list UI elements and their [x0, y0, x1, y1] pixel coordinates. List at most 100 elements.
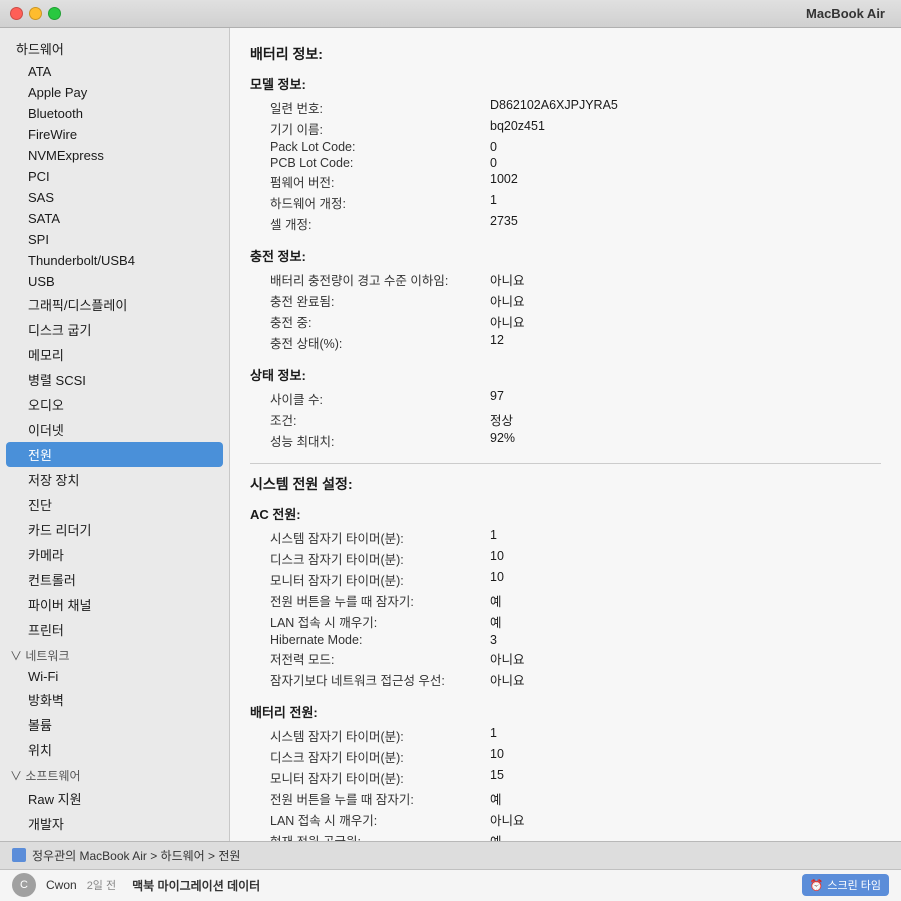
chat-user: Cwon [46, 878, 77, 892]
info-row: LAN 접속 시 깨우기:아니요 [250, 809, 881, 830]
close-button[interactable] [10, 7, 23, 20]
charge-info-title: 충전 정보: [250, 246, 881, 265]
screen-time-button[interactable]: ⏰ 스크린 타임 [802, 874, 889, 896]
info-value: 예 [490, 831, 502, 841]
sidebar-item[interactable]: FireWire [0, 124, 229, 145]
info-label: 시스템 잠자기 타이머(분): [250, 726, 490, 745]
info-label: 저전력 모드: [250, 649, 490, 668]
info-value: 10 [490, 747, 504, 766]
sidebar-item[interactable]: 카메라 [0, 542, 229, 567]
info-label: Pack Lot Code: [250, 140, 490, 154]
info-label: 시스템 잠자기 타이머(분): [250, 528, 490, 547]
sidebar-item[interactable]: SATA [0, 208, 229, 229]
maximize-button[interactable] [48, 7, 61, 20]
info-label: Hibernate Mode: [250, 633, 490, 647]
info-value: 아니요 [490, 312, 525, 331]
info-row: 전원 버튼을 누를 때 잠자기:예 [250, 788, 881, 809]
sidebar-item[interactable]: SPI [0, 229, 229, 250]
sidebar-item[interactable]: 카드 리더기 [0, 517, 229, 542]
info-row: 저전력 모드:아니요 [250, 648, 881, 669]
info-label: PCB Lot Code: [250, 156, 490, 170]
sidebar-item[interactable]: 프린터 [0, 617, 229, 642]
sidebar-item[interactable]: Raw 지원 [0, 786, 229, 811]
sidebar-item[interactable]: SAS [0, 187, 229, 208]
battery-info-title: 배터리 정보: [250, 44, 881, 64]
sidebar-item[interactable]: Bluetooth [0, 103, 229, 124]
sidebar-item[interactable]: 저장 장치 [0, 467, 229, 492]
battery-power-block: 배터리 전원: 시스템 잠자기 타이머(분):1디스크 잠자기 타이머(분):1… [250, 702, 881, 841]
info-row: Pack Lot Code:0 [250, 139, 881, 155]
info-value: 예 [490, 789, 502, 808]
info-label: 디스크 잠자기 타이머(분): [250, 747, 490, 766]
info-row: 하드웨어 개정:1 [250, 192, 881, 213]
info-row: 사이클 수:97 [250, 388, 881, 409]
sidebar-software-section: ∨ 소프트웨어Raw 지원개발자관리형 클라이언트동기화 서비스로그비활성화된 … [0, 762, 229, 841]
info-row: Hibernate Mode:3 [250, 632, 881, 648]
info-row: PCB Lot Code:0 [250, 155, 881, 171]
info-label: 셀 개정: [250, 214, 490, 233]
info-row: 조건:정상 [250, 409, 881, 430]
chat-time: 2일 전 [87, 877, 116, 893]
sidebar-item[interactable]: Wi-Fi [0, 666, 229, 687]
sidebar-item[interactable]: 하드웨어 [0, 36, 229, 61]
sidebar-item[interactable]: 컨트롤러 [0, 567, 229, 592]
sidebar-item[interactable]: 디스크 굽기 [0, 317, 229, 342]
info-label: 현재 전원 공급원: [250, 831, 490, 841]
info-label: 충전 상태(%): [250, 333, 490, 352]
info-label: 일련 번호: [250, 98, 490, 117]
sidebar-item[interactable]: 파이버 채널 [0, 592, 229, 617]
section-divider [250, 463, 881, 464]
info-row: 셀 개정:2735 [250, 213, 881, 234]
sidebar-item[interactable]: USB [0, 271, 229, 292]
sidebar-item[interactable]: 위치 [0, 737, 229, 762]
info-value: 1 [490, 193, 497, 212]
info-label: 기기 이름: [250, 119, 490, 138]
status-info-block: 상태 정보: 사이클 수:97조건:정상성능 최대치:92% [250, 365, 881, 451]
sidebar-item[interactable]: NVMExpress [0, 145, 229, 166]
info-label: LAN 접속 시 깨우기: [250, 810, 490, 829]
info-row: 시스템 잠자기 타이머(분):1 [250, 527, 881, 548]
breadcrumb-text: 정우관의 MacBook Air > 하드웨어 > 전원 [32, 847, 240, 864]
breadcrumb-bar: 정우관의 MacBook Air > 하드웨어 > 전원 [0, 842, 901, 870]
sidebar-item[interactable]: 진단 [0, 492, 229, 517]
sidebar-item[interactable]: 병렬 SCSI [0, 367, 229, 392]
info-value: 2735 [490, 214, 518, 233]
info-label: 펌웨어 버전: [250, 172, 490, 191]
info-label: 배터리 충전량이 경고 수준 이하임: [250, 270, 490, 289]
info-value: 1002 [490, 172, 518, 191]
info-row: 충전 상태(%):12 [250, 332, 881, 353]
info-label: LAN 접속 시 깨우기: [250, 612, 490, 631]
sidebar-item[interactable]: 오디오 [0, 392, 229, 417]
info-row: 모니터 잠자기 타이머(분):15 [250, 767, 881, 788]
sidebar-item[interactable]: 전원 [6, 442, 223, 467]
status-info-rows: 사이클 수:97조건:정상성능 최대치:92% [250, 388, 881, 451]
chat-preview: C Cwon 2일 전 맥북 마이그레이션 데이터 ⏰ 스크린 타임 [0, 870, 901, 901]
info-row: 일련 번호:D862102A6XJPJYRA5 [250, 97, 881, 118]
minimize-button[interactable] [29, 7, 42, 20]
sidebar-item[interactable]: 이더넷 [0, 417, 229, 442]
info-row: 충전 중:아니요 [250, 311, 881, 332]
info-label: 전원 버튼을 누를 때 잠자기: [250, 789, 490, 808]
info-label: 전원 버튼을 누를 때 잠자기: [250, 591, 490, 610]
sidebar-network-header: ∨ 네트워크 [0, 642, 229, 666]
info-row: 잠자기보다 네트워크 접근성 우선:아니요 [250, 669, 881, 690]
info-row: 전원 버튼을 누를 때 잠자기:예 [250, 590, 881, 611]
sidebar-item[interactable]: 볼륨 [0, 712, 229, 737]
sidebar-item[interactable]: Apple Pay [0, 82, 229, 103]
info-value: 3 [490, 633, 497, 647]
sidebar-item[interactable]: ATA [0, 61, 229, 82]
sidebar-item[interactable]: 메모리 [0, 342, 229, 367]
info-row: 모니터 잠자기 타이머(분):10 [250, 569, 881, 590]
sidebar-item[interactable]: 그래픽/디스플레이 [0, 292, 229, 317]
sidebar-item[interactable]: 관리형 클라이언트 [0, 836, 229, 841]
sidebar-item[interactable]: 방화벽 [0, 687, 229, 712]
sidebar-item[interactable]: 개발자 [0, 811, 229, 836]
system-power-title: 시스템 전원 설정: [250, 474, 881, 494]
info-row: 충전 완료됨:아니요 [250, 290, 881, 311]
info-value: 15 [490, 768, 504, 787]
info-value: 예 [490, 591, 502, 610]
info-value: 아니요 [490, 670, 525, 689]
sidebar-item[interactable]: Thunderbolt/USB4 [0, 250, 229, 271]
sidebar-item[interactable]: PCI [0, 166, 229, 187]
status-info-title: 상태 정보: [250, 365, 881, 384]
